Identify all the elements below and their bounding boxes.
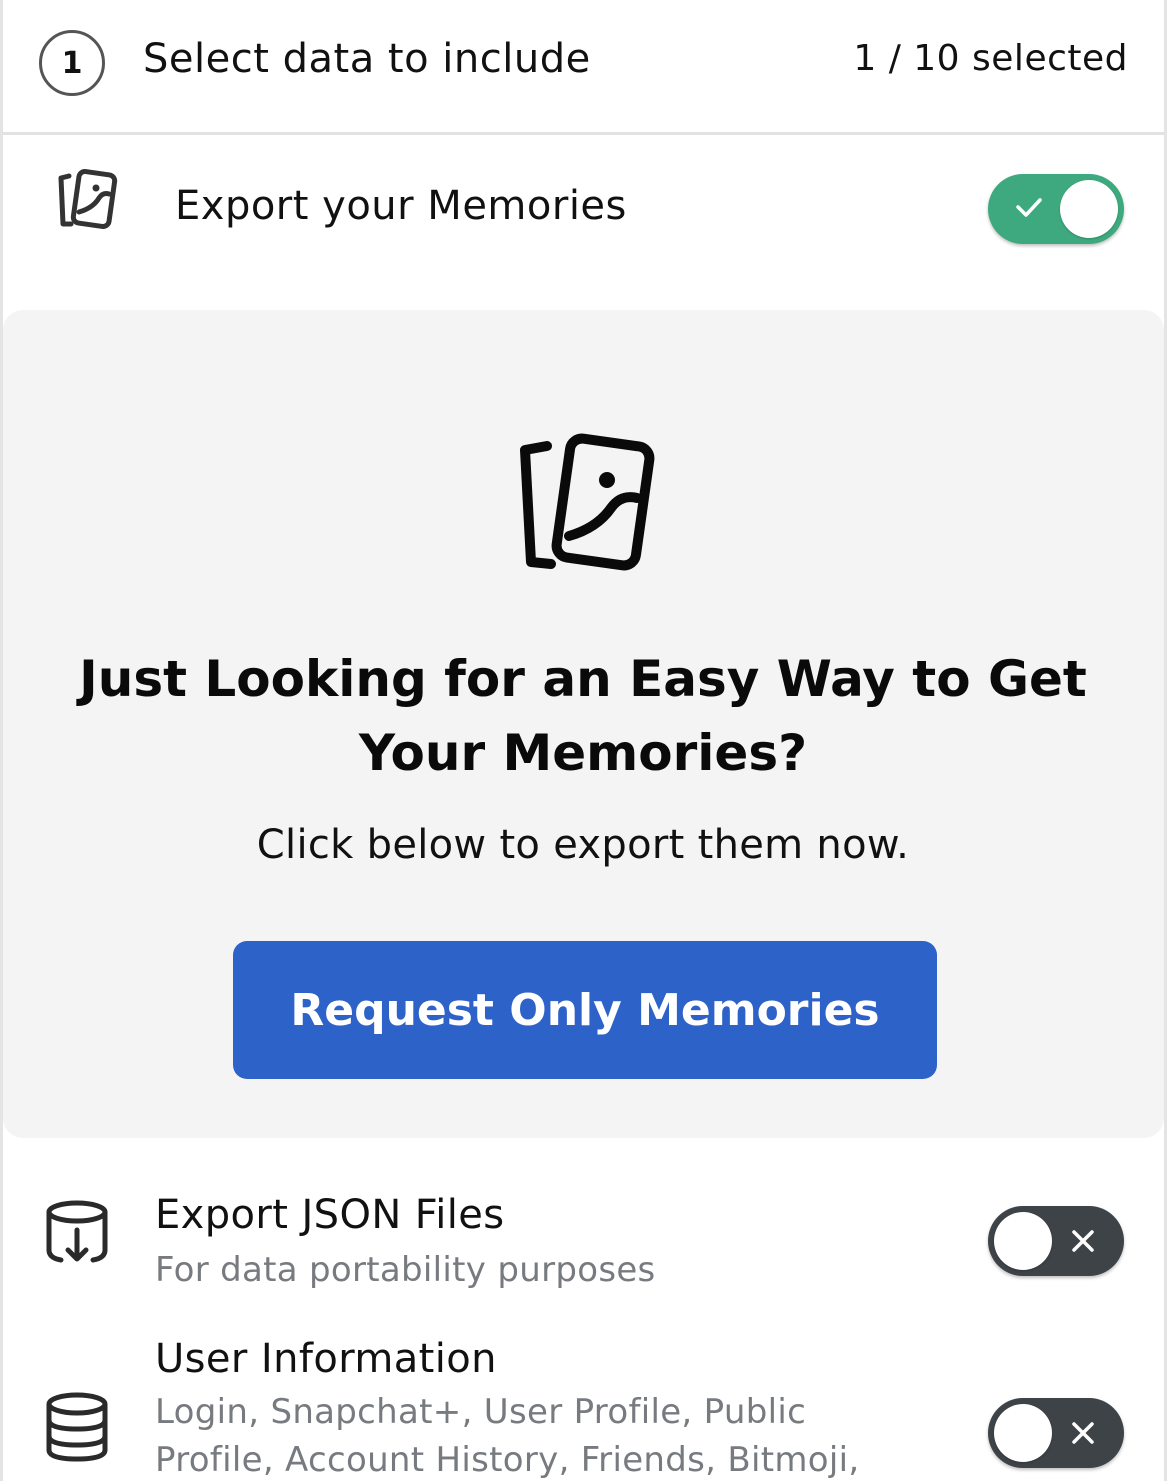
step-number-badge: 1 — [39, 30, 105, 96]
toggle-knob — [994, 1212, 1052, 1270]
export-memories-toggle[interactable] — [988, 174, 1124, 244]
step-header: 1 Select data to include 1 / 10 selected — [3, 0, 1164, 135]
option-description: For data portability purposes — [155, 1250, 656, 1290]
option-description: Login, Snapchat+, User Profile, Public P… — [155, 1392, 860, 1480]
option-title: Export JSON Files — [155, 1192, 505, 1238]
database-icon — [46, 1392, 108, 1462]
close-icon — [1072, 1422, 1094, 1444]
toggle-knob — [994, 1404, 1052, 1462]
promo-heading: Just Looking for an Easy Way to Get Your… — [79, 650, 1087, 782]
option-row-export-json: Export JSON Files For data portability p… — [3, 1180, 1164, 1310]
user-information-toggle[interactable] — [988, 1398, 1124, 1468]
memories-icon — [520, 433, 655, 571]
export-json-toggle[interactable] — [988, 1206, 1124, 1276]
export-memories-label: Export your Memories — [175, 183, 627, 229]
promo-subtitle: Click below to export them now. — [256, 822, 910, 868]
close-icon — [1072, 1230, 1094, 1252]
toggle-knob — [1060, 180, 1118, 238]
data-export-page: 1 Select data to include 1 / 10 selected… — [0, 0, 1167, 1481]
step-title: Select data to include — [143, 36, 591, 82]
memories-icon — [58, 169, 118, 229]
export-memories-row: Export your Memories — [3, 138, 1164, 308]
selected-count: 1 / 10 selected — [853, 38, 1128, 79]
check-icon — [1016, 198, 1042, 217]
memories-promo-card: Just Looking for an Easy Way to Get Your… — [3, 310, 1164, 1138]
option-row-user-information: User Information Login, Snapchat+, User … — [3, 1330, 1164, 1481]
request-only-memories-button[interactable]: Request Only Memories — [233, 941, 937, 1079]
database-download-icon — [46, 1200, 108, 1263]
option-title: User Information — [155, 1336, 497, 1382]
